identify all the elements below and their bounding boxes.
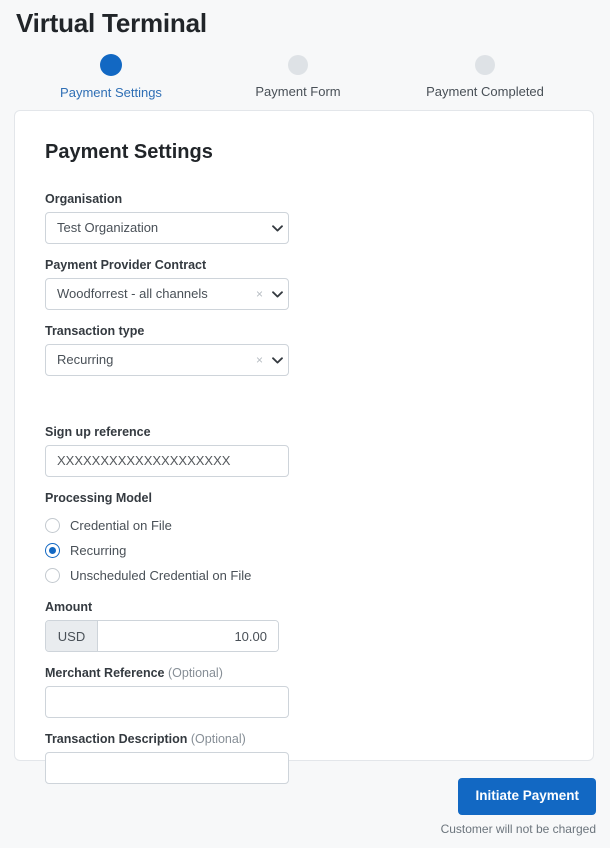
radio-label-unscheduled-credential-on-file: Unscheduled Credential on File (70, 568, 252, 583)
optional-tag: (Optional) (190, 732, 246, 746)
radio-recurring[interactable]: Recurring (45, 538, 563, 563)
payment-settings-card: Payment Settings Organisation Test Organ… (14, 110, 594, 784)
progress-stepper: Payment Settings Payment Form Payment Co… (14, 50, 596, 118)
transaction-type-select[interactable]: Recurring × (45, 344, 289, 376)
field-payment-provider-contract: Payment Provider Contract Woodforrest - … (45, 257, 563, 310)
currency-prefix: USD (46, 621, 98, 651)
sign-up-reference-value: XXXXXXXXXXXXXXXXXXXX (57, 453, 231, 468)
step-payment-settings[interactable]: Payment Settings (21, 50, 201, 101)
page-title: Virtual Terminal (16, 8, 207, 38)
payment-provider-contract-value: Woodforrest - all channels (57, 286, 208, 301)
label-transaction-description: Transaction Description (Optional) (45, 731, 563, 747)
virtual-terminal-page: Virtual Terminal Payment Settings Paymen… (0, 0, 610, 848)
step-label-payment-settings: Payment Settings (60, 85, 162, 100)
radio-label-recurring: Recurring (70, 543, 127, 558)
radio-credential-on-file[interactable]: Credential on File (45, 513, 563, 538)
chevron-down-icon[interactable] (266, 356, 288, 364)
step-payment-form[interactable]: Payment Form (208, 50, 388, 100)
label-sign-up-reference: Sign up reference (45, 425, 151, 439)
label-transaction-description-text: Transaction Description (45, 732, 188, 746)
label-payment-provider-contract: Payment Provider Contract (45, 258, 207, 272)
payment-provider-contract-select[interactable]: Woodforrest - all channels × (45, 278, 289, 310)
label-merchant-reference: Merchant Reference (Optional) (45, 665, 563, 681)
field-merchant-reference: Merchant Reference (Optional) (45, 665, 563, 718)
field-organisation: Organisation Test Organization (45, 191, 563, 244)
organisation-value: Test Organization (57, 220, 159, 235)
clear-icon[interactable]: × (256, 288, 266, 300)
step-dot-inactive-icon (288, 55, 308, 75)
chevron-down-icon[interactable] (266, 224, 288, 232)
merchant-reference-input[interactable] (45, 686, 289, 718)
label-merchant-reference-text: Merchant Reference (45, 666, 165, 680)
amount-input[interactable]: 10.00 (98, 621, 278, 651)
optional-tag: (Optional) (167, 666, 223, 680)
card-heading: Payment Settings (45, 141, 213, 163)
chevron-down-icon[interactable] (266, 290, 288, 298)
field-sign-up-reference: Sign up reference XXXXXXXXXXXXXXXXXXXX (45, 424, 563, 477)
field-processing-model: Processing Model Credential on File Recu… (45, 490, 563, 588)
initiate-payment-button[interactable]: Initiate Payment (458, 778, 596, 815)
step-dot-inactive-icon (475, 55, 495, 75)
label-amount: Amount (45, 600, 93, 614)
label-organisation: Organisation (45, 192, 123, 206)
step-label-payment-form: Payment Form (255, 84, 341, 99)
field-transaction-description: Transaction Description (Optional) (45, 731, 563, 784)
radio-icon[interactable] (45, 518, 60, 533)
label-transaction-type: Transaction type (45, 324, 145, 338)
transaction-type-value: Recurring (57, 352, 114, 367)
step-dot-active-icon (100, 54, 122, 76)
step-label-payment-completed: Payment Completed (426, 84, 544, 99)
field-amount: Amount USD 10.00 (45, 599, 563, 652)
amount-input-group: USD 10.00 (45, 620, 279, 652)
step-payment-completed[interactable]: Payment Completed (395, 50, 575, 100)
radio-icon-selected[interactable] (45, 543, 60, 558)
radio-label-credential-on-file: Credential on File (70, 518, 172, 533)
card-footer: Initiate Payment Customer will not be ch… (14, 778, 596, 837)
clear-icon[interactable]: × (256, 354, 266, 366)
radio-unscheduled-credential-on-file[interactable]: Unscheduled Credential on File (45, 563, 563, 588)
footer-note: Customer will not be charged (440, 822, 596, 836)
radio-icon[interactable] (45, 568, 60, 583)
label-processing-model: Processing Model (45, 491, 152, 505)
field-transaction-type: Transaction type Recurring × (45, 323, 563, 376)
sign-up-reference-input[interactable]: XXXXXXXXXXXXXXXXXXXX (45, 445, 289, 477)
organisation-select[interactable]: Test Organization (45, 212, 289, 244)
